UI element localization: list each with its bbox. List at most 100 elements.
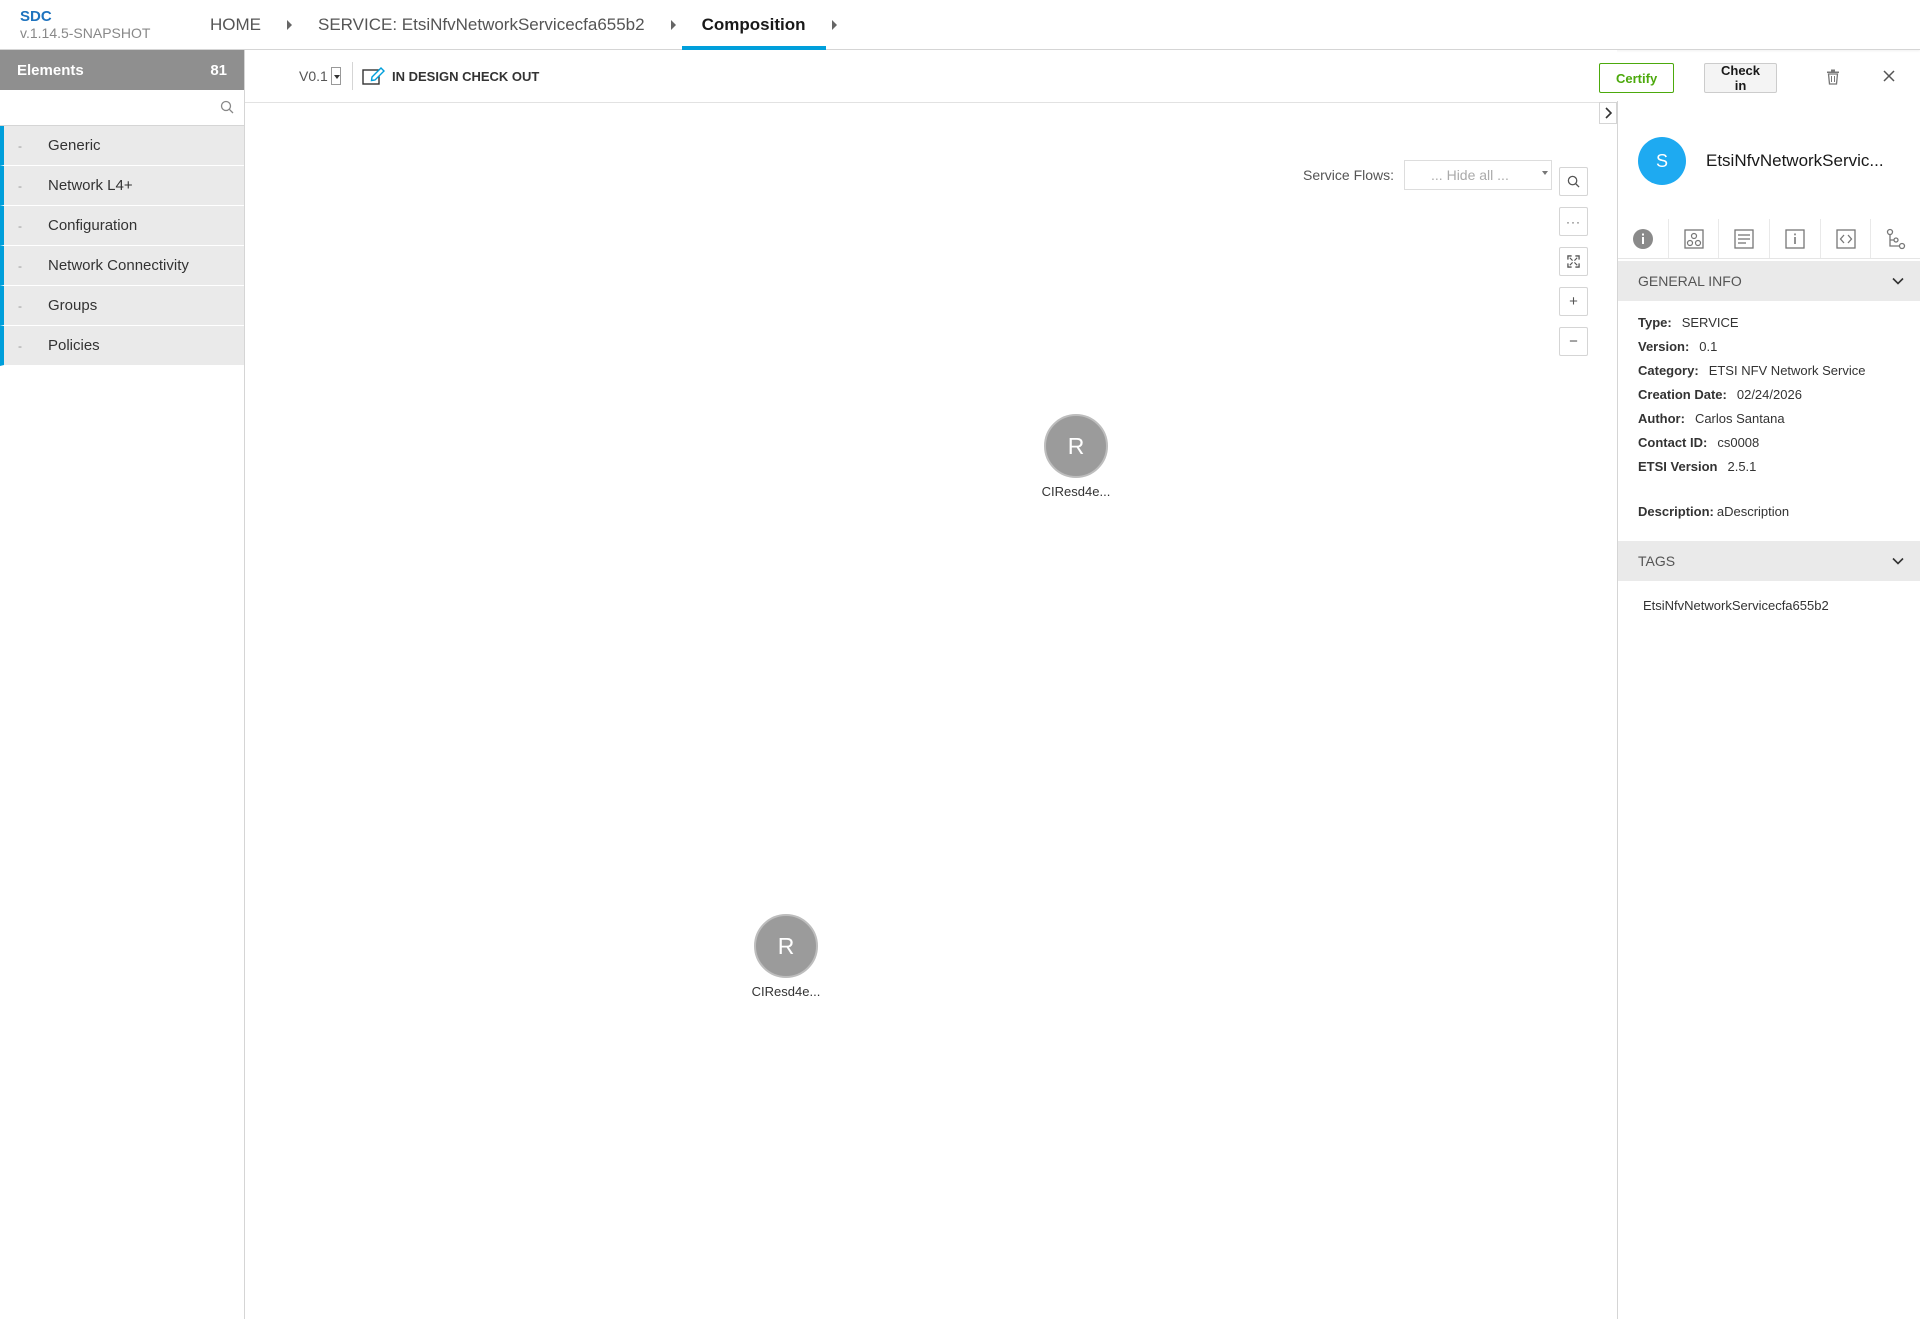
plus-icon: + [1569,293,1578,310]
node-circle[interactable]: R [754,914,818,978]
tab-api[interactable] [1821,219,1872,258]
info-row-version: Version: 0.1 [1638,335,1865,359]
palette-search-input[interactable] [0,90,244,125]
palette-header: Elements 81 [0,50,244,90]
app-name: SDC [20,8,52,25]
breadcrumb-arrow-icon[interactable] [287,20,292,30]
info-key: ETSI Version [1638,459,1718,474]
search-icon[interactable] [220,100,234,119]
zoom-out-button[interactable]: − [1559,327,1588,356]
info-key: Version: [1638,339,1690,354]
category-label: Configuration [48,217,138,234]
info-value: cs0008 [1717,435,1760,450]
info-row-author: Author: Carlos Santana [1638,407,1865,431]
palette-category-network-connectivity[interactable]: - Network Connectivity [0,246,244,286]
version-label: V0.1 [299,68,328,84]
info-value: 0.1 [1699,339,1718,354]
palette-category-groups[interactable]: - Groups [0,286,244,326]
collapse-dash-icon: - [18,258,22,273]
check-in-button[interactable]: Check in [1704,63,1778,93]
tab-composition-hierarchy[interactable] [1871,219,1920,258]
palette-category-network-l4[interactable]: - Network L4+ [0,166,244,206]
tab-information-artifacts[interactable] [1770,219,1821,258]
artifacts-icon [1683,228,1704,249]
description-value: aDescription [1716,504,1790,519]
palette-category-configuration[interactable]: - Configuration [0,206,244,246]
category-label: Policies [48,337,100,354]
status-label: IN DESIGN CHECK OUT [392,68,540,84]
node-circle[interactable]: R [1044,414,1108,478]
chevron-down-icon[interactable] [330,67,341,85]
info-value: 2.5.1 [1727,459,1757,474]
description-key: Description: [1638,504,1714,519]
fit-to-screen-button[interactable] [1559,247,1588,276]
palette-category-generic[interactable]: - Generic [0,126,244,166]
info-key: Creation Date: [1638,387,1727,402]
tags-header[interactable]: TAGS [1618,541,1920,581]
breadcrumb-home[interactable]: HOME [190,0,281,50]
collapse-dash-icon: - [18,338,22,353]
breadcrumb: HOME SERVICE: EtsiNfvNetworkServicecfa65… [190,0,843,50]
palette-category-policies[interactable]: - Policies [0,326,244,366]
info-value: ETSI NFV Network Service [1708,363,1866,378]
tab-general-info[interactable] [1618,219,1669,258]
collapse-dash-icon: - [18,218,22,233]
chevron-down-icon [1542,171,1549,175]
palette-title: Elements [17,61,84,79]
app-brand[interactable]: SDC v.1.14.5-SNAPSHOT [20,8,150,42]
category-label: Network Connectivity [48,257,189,274]
checkout-edit-icon [362,67,385,85]
service-flows-value: ... Hide all ... [1431,167,1509,183]
tab-deployment-artifacts[interactable] [1669,219,1720,258]
category-label: Network L4+ [48,177,133,194]
code-icon [1835,228,1856,249]
info-row-etsi-version: ETSI Version 2.5.1 [1638,455,1865,479]
service-flows-select[interactable]: ... Hide all ... [1404,160,1553,190]
info-row-contact-id: Contact ID: cs0008 [1638,431,1865,455]
info-key: Type: [1638,315,1672,330]
composition-canvas[interactable]: V0.1 IN DESIGN CHECK OUT Certify Check i… [245,50,1895,1319]
canvas-more-button[interactable]: ··· [1559,207,1588,236]
hierarchy-icon [1887,228,1906,249]
canvas-node[interactable]: R CIResd4e... [731,914,841,999]
close-icon[interactable] [1882,69,1896,88]
canvas-search-button[interactable] [1559,167,1588,196]
general-info-header[interactable]: GENERAL INFO [1618,261,1920,301]
workspace-toolbar: V0.1 IN DESIGN CHECK OUT Certify Check i… [245,50,1895,103]
minus-icon: − [1569,333,1578,350]
breadcrumb-arrow-icon[interactable] [670,20,676,30]
info-box-icon [1785,228,1805,249]
trash-icon[interactable] [1826,69,1840,90]
info-value: SERVICE [1681,315,1739,330]
service-flows-filter: Service Flows: ... Hide all ... [1303,160,1553,190]
panel-collapse-button[interactable] [1599,102,1617,124]
service-flows-label: Service Flows: [1303,167,1395,183]
category-label: Generic [48,137,101,154]
canvas-node[interactable]: R CIResd4e... [1021,414,1131,499]
certify-button[interactable]: Certify [1599,63,1675,93]
zoom-in-button[interactable]: + [1559,287,1588,316]
node-label: CIResd4e... [1041,484,1111,499]
chevron-down-icon [1892,557,1904,565]
info-row-category: Category: ETSI NFV Network Service [1638,359,1865,383]
info-key: Contact ID: [1638,435,1708,450]
chevron-down-icon [1892,277,1904,285]
palette-count: 81 [210,61,227,79]
breadcrumb-arrow-icon[interactable] [831,20,837,30]
details-title: EtsiNfvNetworkServic... [1706,151,1884,170]
list-icon [1734,228,1754,249]
collapse-dash-icon: - [18,298,22,313]
breadcrumb-service[interactable]: SERVICE: EtsiNfvNetworkServicecfa655b2 [298,0,665,50]
palette-search [0,90,244,126]
collapse-dash-icon: - [18,178,22,193]
info-key: Author: [1638,411,1685,426]
details-tabs [1618,219,1920,259]
breadcrumb-composition[interactable]: Composition [681,0,826,50]
info-row-type: Type: SERVICE [1638,311,1865,335]
info-key: Category: [1638,363,1699,378]
collapse-dash-icon: - [18,138,22,153]
general-info-title: GENERAL INFO [1638,273,1742,289]
search-icon [1567,175,1580,188]
version-selector[interactable]: V0.1 [299,67,341,85]
tab-properties[interactable] [1719,219,1771,258]
